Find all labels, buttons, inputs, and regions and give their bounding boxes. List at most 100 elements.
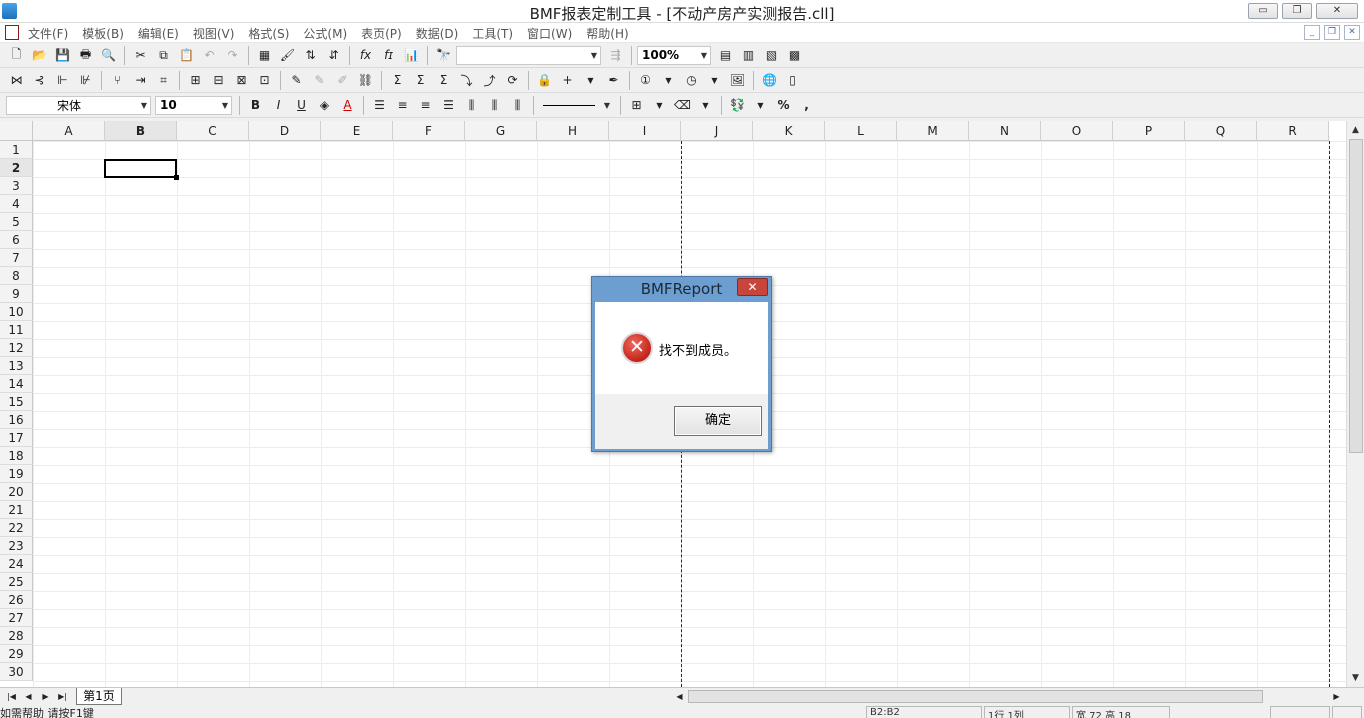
find-icon[interactable]: 🔭	[433, 45, 454, 66]
paste-icon[interactable]: 📋	[176, 45, 197, 66]
crop-icon[interactable]: ⌗	[153, 70, 174, 91]
refresh-icon[interactable]: ⟳	[502, 70, 523, 91]
clock-icon[interactable]: ◷	[681, 70, 702, 91]
row-header[interactable]: 29	[0, 645, 33, 663]
sort-ascending-icon[interactable]: ⇅	[300, 45, 321, 66]
column-header[interactable]: G	[465, 121, 537, 141]
insert-row-icon[interactable]: ⊞	[185, 70, 206, 91]
row-header[interactable]: 24	[0, 555, 33, 573]
merge-icon[interactable]: ⋈	[6, 70, 27, 91]
pen-tool-icon[interactable]: ✒	[603, 70, 624, 91]
join-icon[interactable]: ⑂	[107, 70, 128, 91]
column-header[interactable]: Q	[1185, 121, 1257, 141]
find-next-icon[interactable]: ⇶	[605, 45, 626, 66]
restore-button[interactable]: ❐	[1282, 3, 1312, 19]
delete-row-icon[interactable]: ⊠	[231, 70, 252, 91]
fill-color-icon[interactable]: ◈	[314, 95, 335, 116]
column-header[interactable]: A	[33, 121, 105, 141]
bold-button[interactable]: B	[245, 95, 266, 116]
row-header[interactable]: 30	[0, 663, 33, 681]
select-all-corner[interactable]	[0, 121, 33, 141]
ok-button[interactable]: 确定	[674, 406, 762, 436]
column-header[interactable]: C	[177, 121, 249, 141]
clear-row-icon[interactable]: ⊡	[254, 70, 275, 91]
row-header[interactable]: 15	[0, 393, 33, 411]
next-sheet-icon[interactable]: ▶	[37, 689, 54, 704]
row-header[interactable]: 21	[0, 501, 33, 519]
row-header[interactable]: 11	[0, 321, 33, 339]
vertical-align-icon[interactable]: ⫼	[484, 95, 505, 116]
append-row-icon[interactable]: ⊟	[208, 70, 229, 91]
row-sum-icon[interactable]: Σ	[410, 70, 431, 91]
document-icon[interactable]	[5, 25, 19, 40]
barcode-icon[interactable]: ▯	[782, 70, 803, 91]
thousands-separator-button[interactable]: ,	[796, 95, 817, 116]
number-format-icon[interactable]: ①	[635, 70, 656, 91]
active-cell[interactable]	[104, 159, 177, 178]
save-icon[interactable]: 💾	[52, 45, 73, 66]
cut-icon[interactable]: ✂	[130, 45, 151, 66]
print-icon[interactable]: 🖶	[75, 45, 96, 66]
chevron-down-icon[interactable]: ▼	[658, 70, 679, 91]
zoom-select[interactable]: 100% ▼	[637, 45, 711, 65]
close-window-button[interactable]: ✕	[1316, 3, 1358, 19]
currency-icon[interactable]: 💱	[727, 95, 748, 116]
insert-column-icon[interactable]: ⊩	[52, 70, 73, 91]
open-folder-icon[interactable]: 📂	[29, 45, 50, 66]
web-icon[interactable]: 🌐	[759, 70, 780, 91]
print-preview-icon[interactable]: 🔍	[98, 45, 119, 66]
font-size-select[interactable]: 10 ▼	[155, 95, 232, 115]
row-header[interactable]: 19	[0, 465, 33, 483]
copy-icon[interactable]: ⧉	[153, 45, 174, 66]
cell-style-alt-icon[interactable]: ✎	[309, 70, 330, 91]
column-sum-icon[interactable]: Σ	[433, 70, 454, 91]
row-header[interactable]: 10	[0, 303, 33, 321]
menu-data[interactable]: 数据(D)	[416, 25, 459, 42]
column-header[interactable]: M	[897, 121, 969, 141]
underline-button[interactable]: U	[291, 95, 312, 116]
row-header[interactable]: 2	[0, 159, 33, 177]
fill-handle[interactable]	[174, 175, 179, 180]
column-header[interactable]: D	[249, 121, 321, 141]
row-header[interactable]: 23	[0, 537, 33, 555]
italic-button[interactable]: I	[268, 95, 289, 116]
last-sheet-icon[interactable]: ▶|	[54, 689, 71, 704]
redo-icon[interactable]: ↷	[222, 45, 243, 66]
row-header[interactable]: 28	[0, 627, 33, 645]
page-setup-icon[interactable]: ▩	[784, 45, 805, 66]
menu-template[interactable]: 模板(B)	[82, 25, 124, 42]
page-layout-icon[interactable]: ▧	[761, 45, 782, 66]
horizontal-scrollbar[interactable]: ◀ ▶	[672, 689, 1344, 704]
sort-descending-icon[interactable]: ⇵	[323, 45, 344, 66]
column-header[interactable]: B	[105, 121, 177, 141]
font-color-button[interactable]: A	[337, 95, 358, 116]
function-icon[interactable]: fx	[355, 45, 376, 66]
row-header[interactable]: 18	[0, 447, 33, 465]
chevron-down-icon[interactable]: ▼	[580, 70, 601, 91]
row-header[interactable]: 7	[0, 249, 33, 267]
undo-icon[interactable]: ↶	[199, 45, 220, 66]
horizontal-scroll-thumb[interactable]	[688, 690, 1263, 703]
dialog-close-button[interactable]: ✕	[737, 278, 768, 296]
column-header[interactable]: K	[753, 121, 825, 141]
scroll-right-icon[interactable]: ▶	[1329, 689, 1344, 704]
lock-icon[interactable]: 🔒	[534, 70, 555, 91]
row-header[interactable]: 1	[0, 141, 33, 159]
vertical-center-icon[interactable]: ⫼	[507, 95, 528, 116]
font-name-select[interactable]: 宋体 ▼	[6, 95, 151, 115]
cell-style-disabled-icon[interactable]: ✐	[332, 70, 353, 91]
import-icon[interactable]: ⤵	[456, 70, 477, 91]
chevron-down-icon[interactable]: ▼	[695, 95, 716, 116]
row-header[interactable]: 26	[0, 591, 33, 609]
tab-sheet-1[interactable]: 第1页	[76, 688, 122, 705]
function-wizard-icon[interactable]: fɪ	[378, 45, 399, 66]
menu-edit[interactable]: 编辑(E)	[138, 25, 179, 42]
justify-icon[interactable]: ☰	[438, 95, 459, 116]
row-header[interactable]: 20	[0, 483, 33, 501]
align-center-icon[interactable]: ≡	[392, 95, 413, 116]
image-icon[interactable]: 🖼	[727, 70, 748, 91]
column-header[interactable]: L	[825, 121, 897, 141]
grid-icon[interactable]: ▦	[254, 45, 275, 66]
menu-help[interactable]: 帮助(H)	[586, 25, 628, 42]
distribute-icon[interactable]: ⫼	[461, 95, 482, 116]
